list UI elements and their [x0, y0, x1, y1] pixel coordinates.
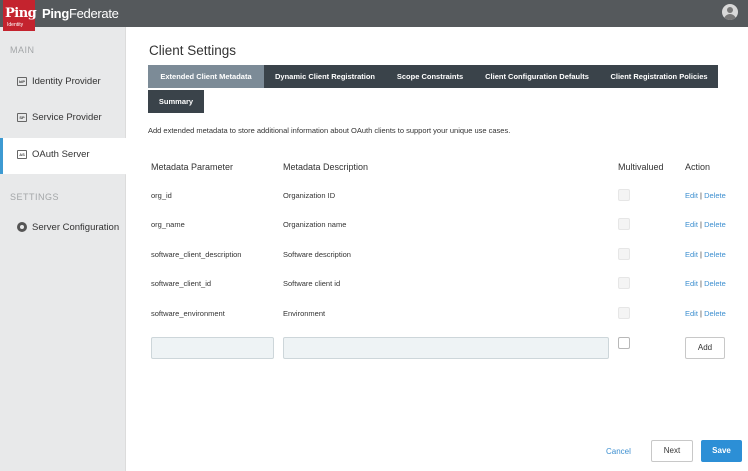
edit-link[interactable]: Edit	[685, 220, 698, 229]
column-header-parameter: Metadata Parameter	[151, 162, 234, 172]
delete-link[interactable]: Delete	[704, 309, 726, 318]
multivalued-checkbox	[618, 218, 630, 230]
sidebar: MAIN IdP Identity Provider SP Service Pr…	[0, 27, 126, 471]
sidebar-item-service-provider[interactable]: SP Service Provider	[0, 101, 126, 137]
ping-identity-logo[interactable]: Ping Identity	[3, 0, 37, 31]
multivalued-checkbox	[618, 307, 630, 319]
row-actions: Edit | Delete	[685, 191, 726, 200]
delete-link[interactable]: Delete	[704, 220, 726, 229]
multivalued-checkbox	[618, 248, 630, 260]
edit-link[interactable]: Edit	[685, 309, 698, 318]
edit-link[interactable]: Edit	[685, 279, 698, 288]
cancel-link[interactable]: Cancel	[606, 447, 631, 456]
new-multivalued-checkbox[interactable]	[618, 337, 630, 349]
delete-link[interactable]: Delete	[704, 250, 726, 259]
row-description: Software client id	[283, 279, 341, 288]
tab-bar: Extended Client Metadata Dynamic Client …	[148, 65, 720, 113]
row-parameter: org_id	[151, 191, 172, 200]
next-button[interactable]: Next	[651, 440, 693, 462]
row-parameter: software_client_id	[151, 279, 212, 288]
edit-link[interactable]: Edit	[685, 250, 698, 259]
row-parameter: software_environment	[151, 309, 225, 318]
column-header-multivalued: Multivalued	[618, 162, 664, 172]
tab-client-registration-policies[interactable]: Client Registration Policies	[600, 65, 718, 88]
new-metadata-description-input[interactable]	[283, 337, 609, 359]
gear-icon	[17, 222, 27, 232]
user-avatar-icon[interactable]	[722, 4, 738, 20]
save-button[interactable]: Save	[701, 440, 742, 462]
delete-link[interactable]: Delete	[704, 279, 726, 288]
row-description: Software description	[283, 250, 351, 259]
row-description: Organization name	[283, 220, 347, 229]
tab-dynamic-client-registration[interactable]: Dynamic Client Registration	[264, 65, 386, 88]
delete-link[interactable]: Delete	[704, 191, 726, 200]
sidebar-item-label: OAuth Server	[32, 149, 90, 160]
row-parameter: org_name	[151, 220, 185, 229]
tab-summary[interactable]: Summary	[148, 90, 204, 113]
identity-provider-icon: IdP	[17, 77, 27, 86]
sidebar-section-main: MAIN	[10, 45, 35, 55]
sidebar-item-oauth-server[interactable]: AS OAuth Server	[0, 138, 126, 174]
row-description: Organization ID	[283, 191, 336, 200]
sidebar-item-identity-provider[interactable]: IdP Identity Provider	[0, 65, 126, 101]
row-parameter: software_client_description	[151, 250, 242, 259]
sidebar-item-label: Server Configuration	[32, 222, 120, 233]
sidebar-section-settings: SETTINGS	[10, 192, 60, 202]
row-actions: Edit | Delete	[685, 220, 726, 229]
app-name: PingFederate	[42, 6, 119, 21]
sidebar-item-label: Identity Provider	[32, 76, 101, 87]
edit-link[interactable]: Edit	[685, 191, 698, 200]
active-nav-indicator	[125, 139, 131, 175]
sidebar-item-label: Service Provider	[32, 112, 102, 123]
new-metadata-parameter-input[interactable]	[151, 337, 274, 359]
service-provider-icon: SP	[17, 113, 27, 122]
row-actions: Edit | Delete	[685, 309, 726, 318]
row-actions: Edit | Delete	[685, 250, 726, 259]
row-actions: Edit | Delete	[685, 279, 726, 288]
tab-scope-constraints[interactable]: Scope Constraints	[386, 65, 474, 88]
multivalued-checkbox	[618, 189, 630, 201]
row-description: Environment	[283, 309, 326, 318]
top-bar: PingFederate	[0, 0, 748, 27]
sidebar-item-server-configuration[interactable]: Server Configuration	[0, 211, 126, 247]
add-button[interactable]: Add	[685, 337, 725, 359]
column-header-description: Metadata Description	[283, 162, 369, 172]
page-description: Add extended metadata to store additiona…	[148, 126, 511, 135]
oauth-server-icon: AS	[17, 150, 27, 159]
page-title: Client Settings	[149, 43, 237, 58]
column-header-action: Action	[685, 162, 711, 172]
multivalued-checkbox	[618, 277, 630, 289]
tab-client-configuration-defaults[interactable]: Client Configuration Defaults	[474, 65, 600, 88]
tab-extended-client-metadata[interactable]: Extended Client Metadata	[148, 65, 264, 88]
